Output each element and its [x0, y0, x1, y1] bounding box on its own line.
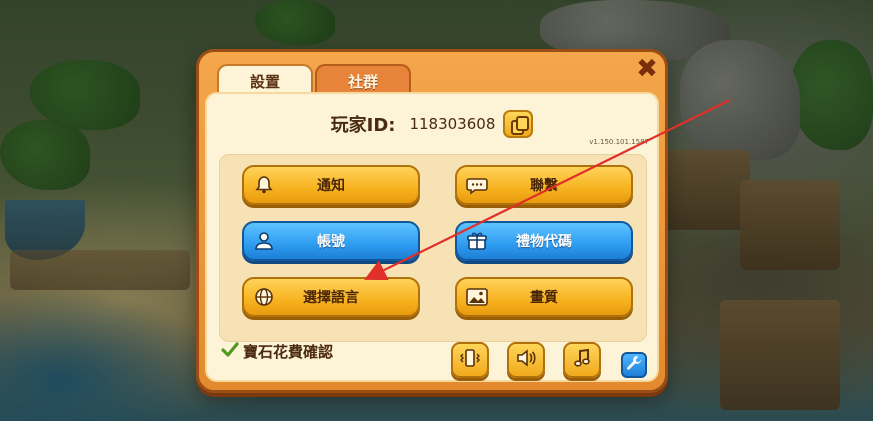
annotation-arrow — [364, 99, 731, 281]
